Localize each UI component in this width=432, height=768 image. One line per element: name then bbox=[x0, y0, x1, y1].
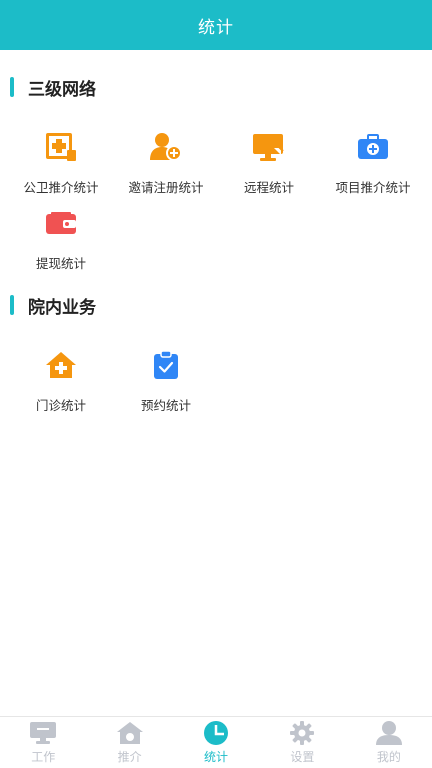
grid-item-appointment[interactable]: 预约统计 bbox=[112, 344, 220, 414]
grid-item-label: 公卫推介统计 bbox=[23, 180, 99, 195]
tab-label: 设置 bbox=[290, 750, 315, 764]
section-label: 三级网络 bbox=[28, 79, 96, 100]
tab-label: 统计 bbox=[204, 750, 229, 764]
grid-item-outpatient[interactable]: 门诊统计 bbox=[7, 344, 115, 414]
tab-label: 工作 bbox=[31, 750, 56, 764]
grid-item-label: 门诊统计 bbox=[35, 398, 86, 413]
section-accent-bar bbox=[10, 77, 14, 97]
grid-item-label: 预约统计 bbox=[140, 398, 191, 413]
gear-icon bbox=[287, 720, 317, 746]
monitor-icon bbox=[28, 720, 58, 746]
grid-item-label: 提现统计 bbox=[35, 256, 86, 271]
tab-statistics[interactable]: 统计 bbox=[173, 717, 259, 768]
wallet-icon bbox=[43, 206, 79, 239]
bottom-tab-bar: 工作 推介 统计 设置 我的 bbox=[0, 716, 432, 768]
grid-item-label: 远程统计 bbox=[243, 180, 294, 195]
section-label: 院内业务 bbox=[28, 297, 96, 318]
header-bar: 统计 bbox=[0, 0, 432, 50]
grid-item-invite-registration[interactable]: 邀请注册统计 bbox=[112, 126, 220, 196]
grid-item-label: 邀请注册统计 bbox=[128, 180, 204, 195]
tab-settings[interactable]: 设置 bbox=[259, 717, 345, 768]
monitor-icon bbox=[251, 130, 287, 163]
grid-item-label: 项目推介统计 bbox=[335, 180, 411, 195]
page-title: 统计 bbox=[198, 17, 234, 38]
section-title-network: 三级网络 bbox=[10, 76, 96, 100]
tab-referral[interactable]: 推介 bbox=[86, 717, 172, 768]
tab-label: 我的 bbox=[376, 750, 401, 764]
clinic-house-icon bbox=[43, 348, 79, 381]
grid-item-project-referral[interactable]: 项目推介统计 bbox=[319, 126, 427, 196]
home-icon bbox=[115, 720, 145, 746]
tab-label: 推介 bbox=[117, 750, 142, 764]
medical-kit-icon bbox=[355, 130, 391, 163]
tab-work[interactable]: 工作 bbox=[0, 717, 86, 768]
grid-item-withdrawal[interactable]: 提现统计 bbox=[7, 202, 115, 272]
clipboard-check-icon bbox=[148, 348, 184, 381]
grid-item-remote[interactable]: 远程统计 bbox=[215, 126, 323, 196]
tab-mine[interactable]: 我的 bbox=[346, 717, 432, 768]
person-icon bbox=[374, 720, 404, 746]
user-add-icon bbox=[148, 130, 184, 163]
grid-item-public-health-referral[interactable]: 公卫推介统计 bbox=[7, 126, 115, 196]
health-plus-icon bbox=[43, 130, 79, 163]
app-root: 统计 三级网络 公卫推介统计 邀请注册统计 远程统计 项目推介统计 提现统计 院… bbox=[0, 0, 432, 768]
section-accent-bar bbox=[10, 295, 14, 315]
section-title-hospital: 院内业务 bbox=[10, 294, 96, 318]
pie-chart-icon bbox=[201, 720, 231, 746]
